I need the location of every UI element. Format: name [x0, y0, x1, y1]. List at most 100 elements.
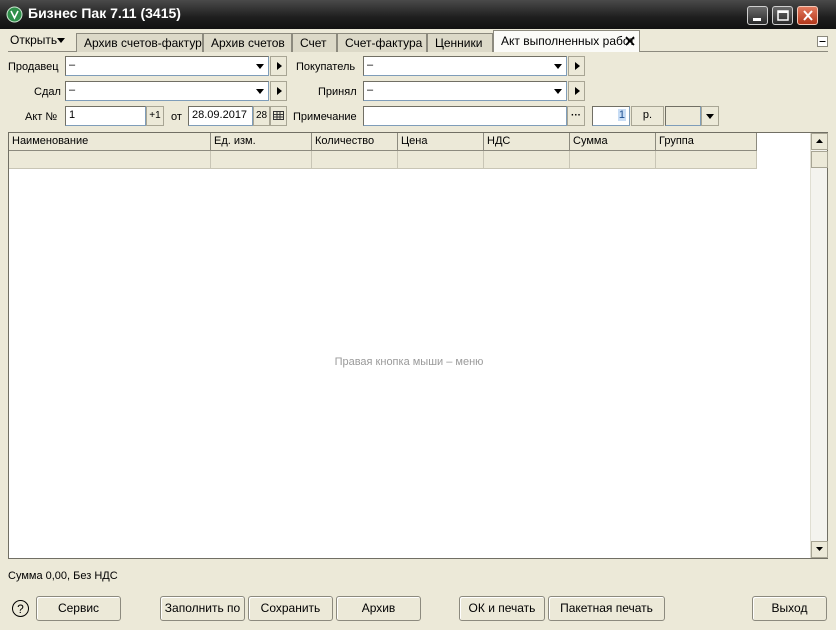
fill-by-button[interactable]: Заполнить по: [160, 596, 245, 621]
open-menu[interactable]: Открыть: [10, 33, 65, 47]
column-header-price[interactable]: Цена: [398, 133, 484, 151]
currency-box: р.: [631, 106, 664, 126]
chevron-down-icon: [706, 114, 714, 119]
act-number-value: 1: [69, 109, 76, 121]
play-arrow-icon: [575, 62, 580, 70]
chevron-down-icon: [256, 89, 264, 94]
app-window: Бизнес Пак 7.11 (3415) Открыть Архив сче…: [0, 0, 836, 630]
handed-label: Сдал: [34, 86, 61, 98]
collapse-icon[interactable]: [817, 36, 828, 47]
minimize-button[interactable]: [747, 6, 768, 25]
column-header-group[interactable]: Группа: [656, 133, 757, 151]
seller-label: Продавец: [8, 61, 59, 73]
close-icon: [803, 10, 813, 21]
close-window-button[interactable]: [797, 6, 818, 25]
buyer-select[interactable]: –: [363, 56, 567, 76]
buyer-open-button[interactable]: [568, 56, 585, 76]
scroll-down-button[interactable]: [811, 541, 828, 558]
tab-label: Ценники: [435, 36, 483, 50]
ok-print-button[interactable]: ОК и печать: [459, 596, 545, 621]
table-cell[interactable]: [9, 151, 211, 169]
handed-value: –: [69, 84, 76, 96]
column-header-unit[interactable]: Ед. изм.: [211, 133, 312, 151]
table-cell[interactable]: [312, 151, 398, 169]
help-icon[interactable]: ?: [11, 599, 30, 618]
scroll-thumb[interactable]: [811, 151, 828, 168]
date-value: 28.09.2017: [192, 109, 248, 121]
exit-button[interactable]: Выход: [752, 596, 827, 621]
increment-label: +1: [149, 110, 161, 121]
seller-select[interactable]: –: [65, 56, 269, 76]
scroll-up-button[interactable]: [811, 133, 828, 150]
vertical-scrollbar[interactable]: [810, 133, 828, 558]
tab-work-act[interactable]: Акт выполненных работ: [493, 30, 640, 52]
calendar-icon: [273, 111, 284, 120]
date-input[interactable]: 28.09.2017: [188, 106, 253, 126]
buyer-label: Покупатель: [296, 61, 356, 73]
tab-price-tags[interactable]: Ценники: [427, 33, 493, 52]
title-bar: Бизнес Пак 7.11 (3415): [0, 0, 836, 29]
note-input[interactable]: [363, 106, 567, 126]
status-summary: Сумма 0,00, Без НДС: [8, 570, 118, 582]
play-arrow-icon: [277, 87, 282, 95]
table-cell[interactable]: [211, 151, 312, 169]
act-number-input[interactable]: 1: [65, 106, 146, 126]
buyer-value: –: [367, 59, 374, 71]
column-header-sum[interactable]: Сумма: [570, 133, 656, 151]
batch-print-button[interactable]: Пакетная печать: [548, 596, 665, 621]
column-header-vat[interactable]: НДС: [484, 133, 570, 151]
table-row[interactable]: [9, 151, 757, 169]
tab-bills-archive[interactable]: Архив счетов: [203, 33, 292, 52]
table-cell[interactable]: [656, 151, 757, 169]
tab-invoice[interactable]: Счет-фактура: [337, 33, 427, 52]
tab-label: Архив счетов-фактур: [84, 36, 202, 50]
save-button[interactable]: Сохранить: [248, 596, 333, 621]
accepted-label: Принял: [318, 86, 357, 98]
rate-dropdown-button[interactable]: [701, 106, 719, 126]
minimize-icon: [753, 18, 761, 21]
archive-button[interactable]: Архив: [336, 596, 421, 621]
tab-label: Архив счетов: [211, 36, 285, 50]
tabs-row: Открыть Архив счетов-фактур Архив счетов…: [0, 29, 836, 52]
accepted-select[interactable]: –: [363, 81, 567, 101]
accepted-open-button[interactable]: [568, 81, 585, 101]
tab-label: Акт выполненных работ: [501, 34, 635, 48]
maximize-button[interactable]: [772, 6, 793, 25]
play-arrow-icon: [277, 62, 282, 70]
rate-select[interactable]: [665, 106, 701, 126]
chevron-up-icon: [816, 139, 823, 143]
amount-input[interactable]: 1: [592, 106, 630, 126]
table-cell[interactable]: [484, 151, 570, 169]
open-menu-label: Открыть: [10, 33, 58, 47]
column-header-quantity[interactable]: Количество: [312, 133, 398, 151]
note-label: Примечание: [293, 111, 357, 123]
handed-select[interactable]: –: [65, 81, 269, 101]
note-ellipsis-button[interactable]: ···: [567, 106, 585, 126]
seller-value: –: [69, 59, 76, 71]
grid-hint: Правая кнопка мыши – меню: [334, 356, 484, 368]
table-cell[interactable]: [398, 151, 484, 169]
accepted-value: –: [367, 84, 374, 96]
seller-open-button[interactable]: [270, 56, 287, 76]
window-title: Бизнес Пак 7.11 (3415): [28, 5, 181, 21]
tab-label: Счет-фактура: [345, 36, 423, 50]
currency-label: р.: [642, 109, 653, 121]
calendar-button[interactable]: [270, 106, 287, 126]
maximize-icon: [777, 10, 789, 21]
chevron-down-icon: [816, 547, 823, 551]
close-tab-icon[interactable]: [625, 36, 635, 46]
tab-invoice-archive[interactable]: Архив счетов-фактур: [76, 33, 203, 52]
help-glyph: ?: [17, 602, 24, 616]
app-logo-icon: [6, 6, 23, 23]
tab-bill[interactable]: Счет: [292, 33, 337, 52]
items-grid[interactable]: Наименование Ед. изм. Количество Цена НД…: [8, 132, 828, 559]
date-today-button[interactable]: 28: [253, 106, 270, 126]
grid-header: Наименование Ед. изм. Количество Цена НД…: [9, 133, 757, 151]
chevron-down-icon: [554, 89, 562, 94]
increment-button[interactable]: +1: [146, 106, 164, 126]
handed-open-button[interactable]: [270, 81, 287, 101]
ellipsis-label: ···: [571, 110, 581, 121]
column-header-name[interactable]: Наименование: [9, 133, 211, 151]
service-button[interactable]: Сервис: [36, 596, 121, 621]
table-cell[interactable]: [570, 151, 656, 169]
